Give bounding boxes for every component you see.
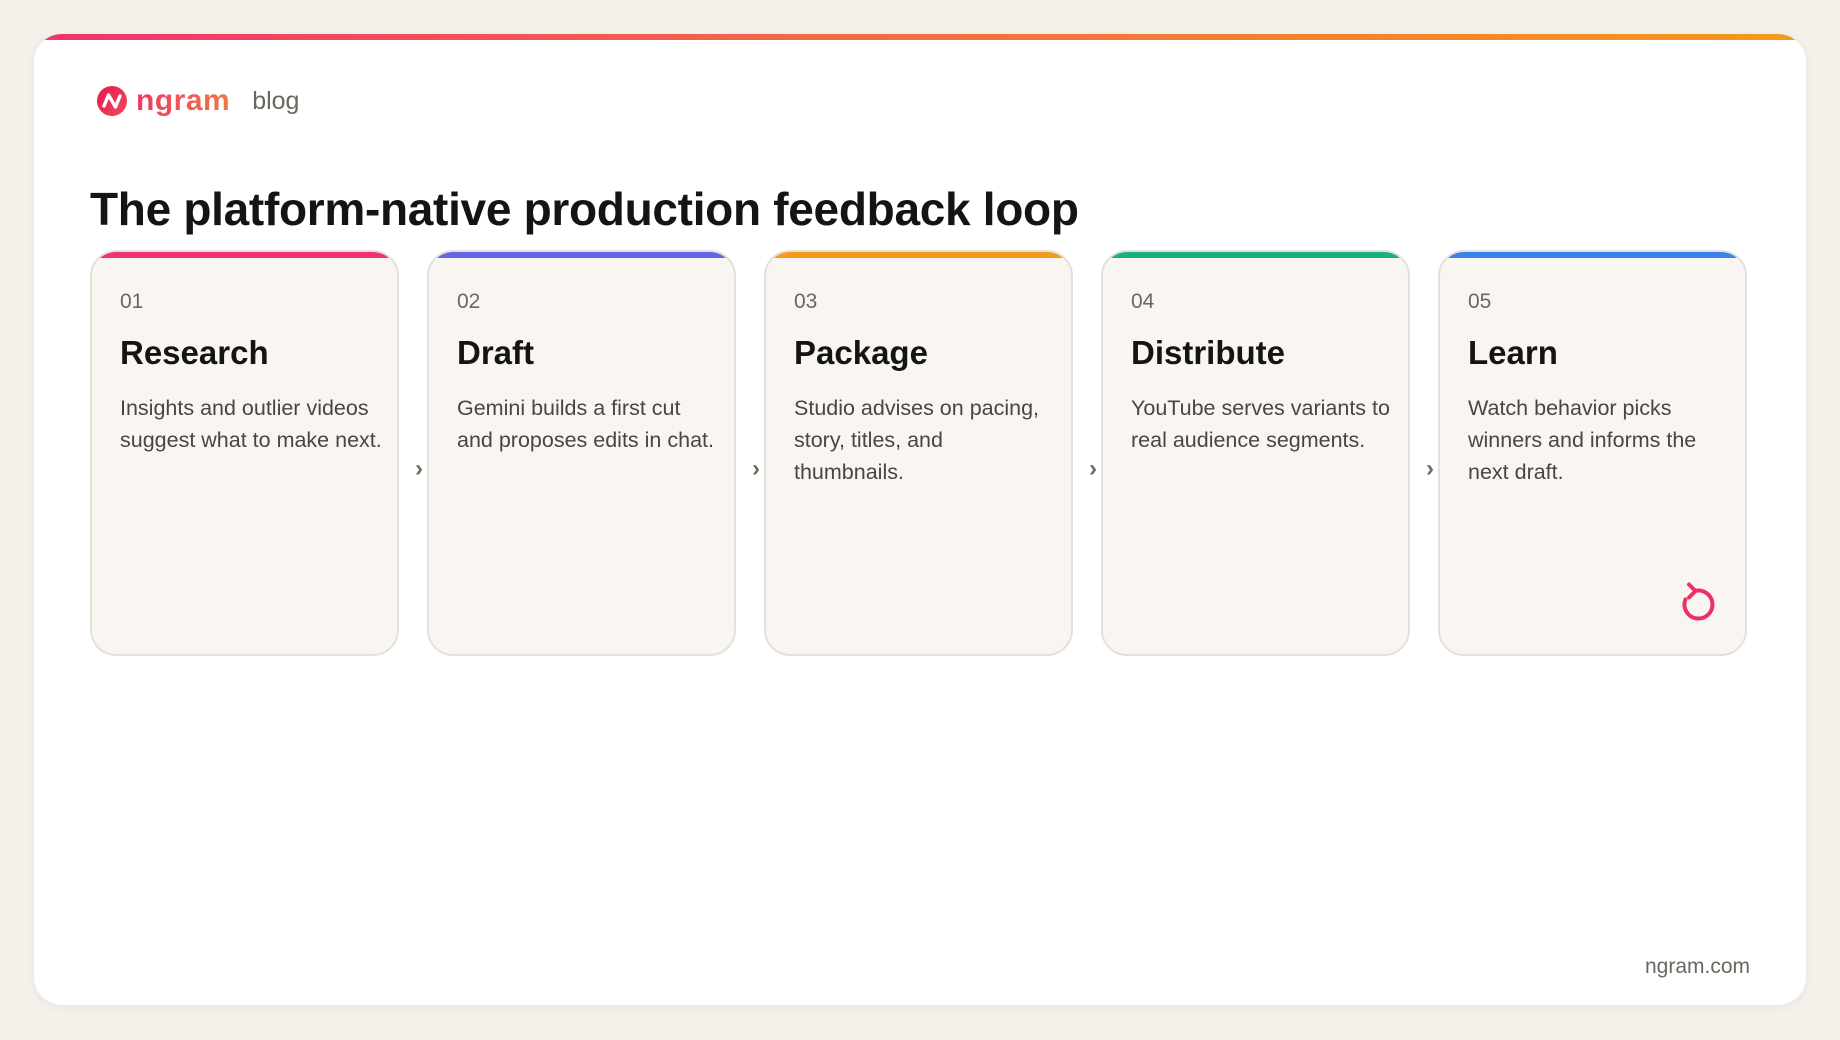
step-accent-bar xyxy=(92,252,397,258)
step-accent-bar xyxy=(429,252,734,258)
blog-card: ngram blog The platform-native productio… xyxy=(34,34,1806,1005)
step-number: 01 xyxy=(120,290,144,313)
loop-back-icon xyxy=(1682,582,1715,621)
step-card-package: 03 Package Studio advises on pacing, sto… xyxy=(764,250,1073,656)
step-card-draft: 02 Draft Gemini builds a first cut and p… xyxy=(427,250,736,656)
step-number: 05 xyxy=(1468,290,1492,313)
step-accent-bar xyxy=(766,252,1071,258)
step-description: Insights and outlier videos suggest what… xyxy=(120,396,382,452)
step-description: Studio advises on pacing, story, titles,… xyxy=(794,396,1040,484)
step-description: Gemini builds a first cut and proposes e… xyxy=(457,396,714,452)
step-title: Draft xyxy=(457,334,535,371)
brand-name: ngram xyxy=(136,84,231,117)
step-description: YouTube serves variants to real audience… xyxy=(1131,396,1390,452)
step-card-research: 01 Research Insights and outlier videos … xyxy=(90,250,399,656)
section-label: blog xyxy=(252,86,300,115)
gradient-top-bar xyxy=(34,34,1806,40)
step-title: Distribute xyxy=(1131,334,1286,371)
step-card-learn: 05 Learn Watch behavior picks winners an… xyxy=(1438,250,1747,656)
step-accent-bar xyxy=(1440,252,1745,258)
step-number: 02 xyxy=(457,290,481,313)
step-title: Learn xyxy=(1468,334,1558,371)
step-title: Package xyxy=(794,334,928,371)
footer-url: ngram.com xyxy=(1644,955,1750,978)
step-accent-bar xyxy=(1103,252,1408,258)
page-title: The platform-native production feedback … xyxy=(90,183,1079,235)
step-card-distribute: 04 Distribute YouTube serves variants to… xyxy=(1101,250,1410,656)
step-number: 04 xyxy=(1131,290,1155,313)
ngram-logo-icon xyxy=(97,86,127,116)
brand-header: ngram blog xyxy=(96,84,299,118)
step-number: 03 xyxy=(794,290,818,313)
feedback-loop-steps: 01 Research Insights and outlier videos … xyxy=(90,250,1784,660)
step-description: Watch behavior picks winners and informs… xyxy=(1468,396,1697,484)
step-title: Research xyxy=(120,334,269,371)
